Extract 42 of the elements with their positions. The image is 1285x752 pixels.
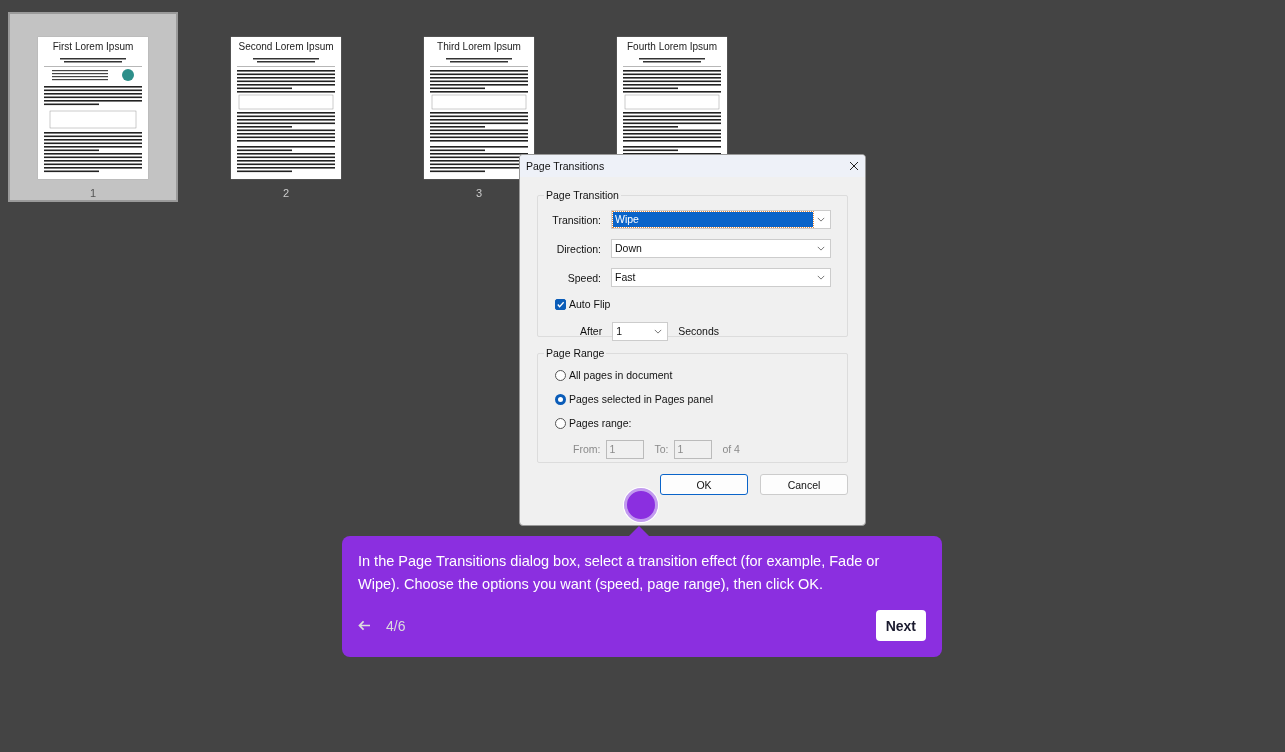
dropdown[interactable]: Fast <box>611 268 831 287</box>
radio-button[interactable] <box>555 393 566 405</box>
tooltip-text: In the Page Transitions dialog box, select a transition effect (for example, Fade or Wipe). Choose the options you want (speed, page range), then click OK. <box>358 552 881 594</box>
checkbox[interactable] <box>555 298 566 310</box>
radio-button[interactable] <box>555 369 566 381</box>
chevron-icon <box>817 275 825 280</box>
field-label: After <box>580 325 603 337</box>
back-arrow-icon[interactable] <box>358 620 371 631</box>
page-count: of 4 <box>722 443 740 455</box>
page-number: 3 <box>475 187 483 199</box>
dialog-title: Page Transitions <box>526 160 605 172</box>
chevron-icon <box>654 328 663 334</box>
ok-button[interactable]: OK <box>660 474 748 495</box>
chevron-icon <box>817 217 825 222</box>
radio-label: Pages selected in Pages panel <box>569 393 714 405</box>
checkbox-label: Auto Flip <box>569 298 611 310</box>
group-title: Page Transition <box>545 189 620 201</box>
field-label: Speed: <box>566 271 601 284</box>
dropdown[interactable]: Down <box>611 239 831 258</box>
chevron-icon <box>817 246 825 251</box>
page-number: 2 <box>282 187 290 199</box>
close-icon[interactable] <box>849 161 859 171</box>
field-label: Direction: <box>555 242 601 255</box>
unit-label: Seconds <box>678 325 720 337</box>
page-title: Fourth Lorem Ipsum <box>626 41 717 52</box>
dropdown[interactable]: 1 <box>612 321 669 341</box>
thumbnail-tile[interactable]: First Lorem Ipsum 1 <box>8 12 178 202</box>
page-title: Second Lorem Ipsum <box>238 41 334 52</box>
field-label: From: <box>573 443 601 455</box>
page-number: 1 <box>89 187 97 199</box>
field-label: Transition: <box>551 213 601 226</box>
radio-label: All pages in document <box>569 369 673 381</box>
cancel-button[interactable]: Cancel <box>760 474 848 495</box>
radio-button[interactable] <box>555 417 566 429</box>
page-title: Third Lorem Ipsum <box>437 41 521 52</box>
page-title: First Lorem Ipsum <box>52 41 134 52</box>
field-label: To: <box>654 443 669 455</box>
next-button[interactable]: Next <box>875 610 926 641</box>
dropdown[interactable]: Wipe <box>611 210 831 229</box>
group-title: Page Range <box>545 347 606 359</box>
step-counter: 4/6 <box>386 617 406 634</box>
radio-label: Pages range: <box>569 417 632 429</box>
